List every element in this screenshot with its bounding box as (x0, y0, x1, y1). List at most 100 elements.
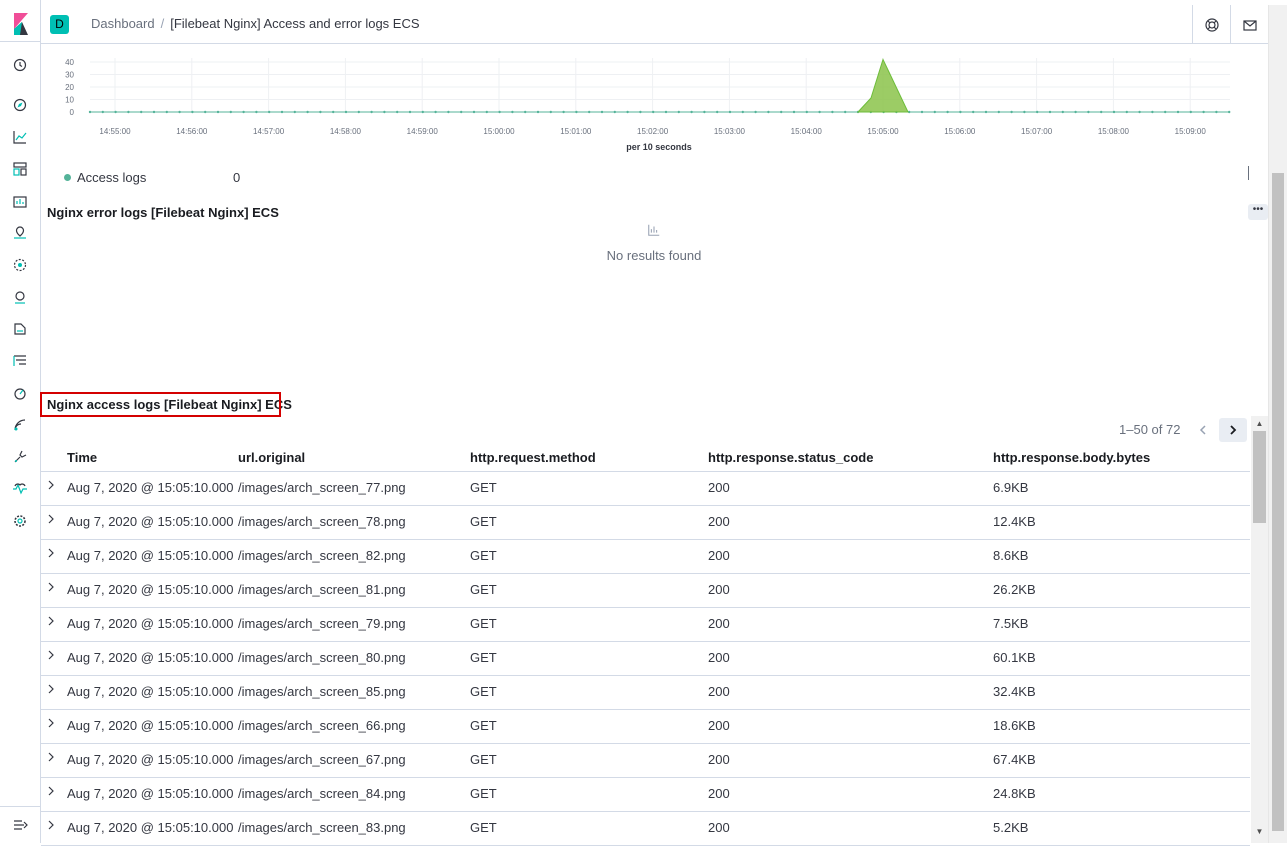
canvas-icon[interactable] (12, 193, 28, 209)
column-header[interactable]: http.request.method (470, 450, 596, 465)
access-logs-chart: 40 30 20 10 0 14:55:00 14:56:00 14:57:00 14:58:0… (60, 50, 1240, 160)
x-tick-label: 14:55:00 (99, 127, 131, 136)
chevron-right-icon[interactable] (46, 514, 56, 524)
x-tick-label: 15:06:00 (944, 127, 976, 136)
table-row[interactable]: Aug 7, 2020 @ 15:05:10.000/images/arch_s… (41, 608, 1250, 642)
page-scrollbar[interactable] (1268, 5, 1287, 843)
management-icon[interactable] (12, 513, 28, 529)
table-row[interactable]: Aug 7, 2020 @ 15:05:10.000/images/arch_s… (41, 472, 1250, 506)
legend-dot (64, 174, 71, 181)
help-button[interactable] (1192, 5, 1230, 44)
table-cell: 200 (708, 514, 730, 529)
table-cell: 200 (708, 616, 730, 631)
siem-icon[interactable] (12, 289, 28, 305)
discover-icon[interactable] (12, 97, 28, 113)
chevron-right-icon[interactable] (46, 616, 56, 626)
breadcrumb-dashboard-link[interactable]: Dashboard (91, 16, 155, 31)
scroll-up-arrow[interactable]: ▲ (1255, 419, 1264, 428)
table-cell: GET (470, 786, 497, 801)
table-cell: 60.1KB (993, 650, 1036, 665)
x-tick-label: 15:03:00 (714, 127, 746, 136)
monitoring-icon[interactable] (12, 481, 28, 497)
logs-icon[interactable] (12, 321, 28, 337)
chevron-right-icon[interactable] (46, 786, 56, 796)
x-tick-label: 15:02:00 (637, 127, 669, 136)
maps-icon[interactable] (12, 225, 28, 241)
table-cell: GET (470, 752, 497, 767)
table-cell: Aug 7, 2020 @ 15:05:10.000 (67, 548, 234, 563)
chevron-right-icon[interactable] (46, 718, 56, 728)
table-row[interactable]: Aug 7, 2020 @ 15:05:10.000/images/arch_s… (41, 676, 1250, 710)
table-cell: 26.2KB (993, 582, 1036, 597)
table-cell: 8.6KB (993, 548, 1029, 563)
table-row[interactable]: Aug 7, 2020 @ 15:05:10.000/images/arch_s… (41, 778, 1250, 812)
collapse-nav-button[interactable] (0, 806, 41, 843)
chevron-right-icon[interactable] (46, 582, 56, 592)
x-tick-label: 14:57:00 (253, 127, 285, 136)
table-cell: Aug 7, 2020 @ 15:05:10.000 (67, 820, 234, 835)
chevron-right-icon[interactable] (46, 684, 56, 694)
table-cell: GET (470, 548, 497, 563)
table-scrollbar[interactable]: ▲ ▼ (1251, 416, 1268, 843)
table-cell: Aug 7, 2020 @ 15:05:10.000 (67, 718, 234, 733)
table-row[interactable]: Aug 7, 2020 @ 15:05:10.000/images/arch_s… (41, 812, 1250, 846)
kibana-logo[interactable] (0, 5, 41, 42)
table-cell: Aug 7, 2020 @ 15:05:10.000 (67, 786, 234, 801)
x-tick-label: 15:04:00 (791, 127, 823, 136)
access-logs-table: Time url.original http.request.method http.… (41, 444, 1250, 846)
y-tick-label: 30 (65, 71, 74, 80)
table-cell: 32.4KB (993, 684, 1036, 699)
space-avatar[interactable]: D (50, 15, 69, 34)
table-cell: /images/arch_screen_80.png (238, 650, 406, 665)
x-tick-label: 15:00:00 (483, 127, 515, 136)
x-tick-label: 14:58:00 (330, 127, 362, 136)
chevron-right-icon[interactable] (46, 752, 56, 762)
scroll-thumb[interactable] (1253, 431, 1266, 523)
chevron-right-icon[interactable] (46, 480, 56, 490)
table-row[interactable]: Aug 7, 2020 @ 15:05:10.000/images/arch_s… (41, 744, 1250, 778)
page-scroll-thumb[interactable] (1272, 173, 1284, 831)
clock-icon[interactable] (12, 57, 28, 73)
mail-icon (1243, 20, 1257, 31)
visualize-icon[interactable] (12, 129, 28, 145)
legend-label[interactable]: Access logs (77, 170, 146, 185)
next-page-button[interactable] (1219, 418, 1247, 442)
table-cell: Aug 7, 2020 @ 15:05:10.000 (67, 684, 234, 699)
x-tick-label: 15:08:00 (1098, 127, 1130, 136)
table-row[interactable]: Aug 7, 2020 @ 15:05:10.000/images/arch_s… (41, 574, 1250, 608)
column-header[interactable]: http.response.status_code (708, 450, 873, 465)
dashboard-icon[interactable] (12, 161, 28, 177)
column-header[interactable]: http.response.body.bytes (993, 450, 1150, 465)
prev-page-button[interactable] (1189, 418, 1217, 442)
ml-icon[interactable] (12, 257, 28, 273)
dev-tools-icon[interactable] (12, 449, 28, 465)
table-row[interactable]: Aug 7, 2020 @ 15:05:10.000/images/arch_s… (41, 506, 1250, 540)
newsfeed-button[interactable] (1230, 5, 1268, 44)
table-row[interactable]: Aug 7, 2020 @ 15:05:10.000/images/arch_s… (41, 540, 1250, 574)
column-header[interactable]: url.original (238, 450, 305, 465)
column-header[interactable]: Time (67, 450, 97, 465)
table-row[interactable]: Aug 7, 2020 @ 15:05:10.000/images/arch_s… (41, 642, 1250, 676)
uptime-icon[interactable] (12, 385, 28, 401)
top-header: D Dashboard / [Filebeat Nginx] Access and … (41, 5, 1287, 44)
area-peak (856, 58, 909, 113)
table-cell: /images/arch_screen_79.png (238, 616, 406, 631)
x-tick-label: 14:59:00 (407, 127, 439, 136)
table-cell: /images/arch_screen_85.png (238, 684, 406, 699)
scroll-down-arrow[interactable]: ▼ (1255, 827, 1264, 836)
chevron-right-icon[interactable] (46, 650, 56, 660)
apm-icon[interactable] (12, 353, 28, 369)
table-cell: /images/arch_screen_77.png (238, 480, 406, 495)
breadcrumb: Dashboard / [Filebeat Nginx] Access and er… (91, 16, 420, 31)
chevron-left-icon (1199, 425, 1206, 435)
y-tick-label: 20 (65, 83, 74, 92)
panel-options-button[interactable]: ••• (1248, 204, 1268, 220)
chevron-right-icon (1230, 425, 1237, 435)
x-tick-label: 15:01:00 (560, 127, 592, 136)
chevron-right-icon[interactable] (46, 548, 56, 558)
chevron-right-icon[interactable] (46, 820, 56, 830)
y-tick-label: 10 (65, 96, 74, 105)
highlight-box (40, 392, 281, 417)
metrics-icon[interactable] (12, 417, 28, 433)
table-row[interactable]: Aug 7, 2020 @ 15:05:10.000/images/arch_s… (41, 710, 1250, 744)
